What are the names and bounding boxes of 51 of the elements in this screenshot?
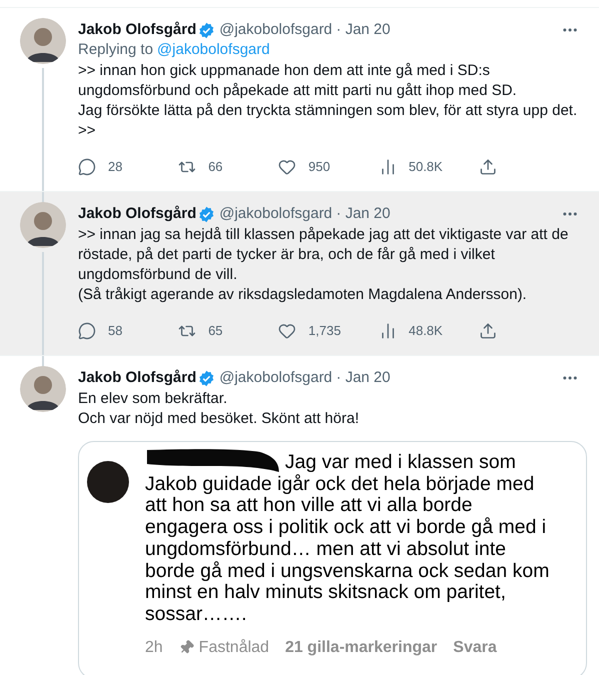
stat-count: 58 (108, 322, 122, 340)
stat-count: 65 (208, 322, 223, 340)
tweet-text: >> innan jag sa hejdå till klassen påpekade jag att det viktigaste var att de röstade, på det parti de tycker är bra, och de får gå med i vilket ungdomsförbund de vill. (78, 225, 570, 285)
comment-text-line: sossar……. (145, 604, 247, 626)
tweet-text: En elev som bekräftar. (78, 389, 228, 409)
stat-count: 48.8K (408, 322, 443, 340)
reply-icon[interactable] (78, 322, 96, 340)
share-icon[interactable] (478, 158, 497, 176)
replying-label: Replying to (78, 40, 154, 60)
comment-text-line: att hon sa att hon ville att vi alla borde (145, 495, 472, 517)
author-name[interactable]: Jakob Olofsgård (78, 204, 196, 224)
share-icon[interactable] (478, 322, 497, 340)
attached-screenshot[interactable] (78, 441, 587, 675)
tweet-date[interactable]: · Jan 20 (336, 20, 390, 40)
author-handle[interactable]: @jakobolofsgard (219, 204, 332, 224)
commenter-avatar (87, 461, 129, 503)
avatar[interactable] (20, 18, 66, 64)
verified-badge-icon (198, 370, 216, 386)
tweet-date[interactable]: · Jan 20 (336, 204, 390, 224)
comment-text-line: engagera oss i politik ock att vi borde gå med i (145, 517, 546, 539)
tweet-text: >> (78, 121, 97, 141)
author-handle[interactable]: @jakobolofsgard (219, 20, 332, 40)
comment-time: 2h (145, 638, 163, 658)
stat-count: 1,735 (308, 322, 341, 340)
like-icon[interactable] (278, 322, 296, 340)
pinned-label: Fastnålad (198, 638, 270, 658)
comment-likes[interactable]: 21 gilla-markeringar (285, 638, 438, 658)
tweet-text: >> innan hon gick uppmanade hon dem att inte gå med i SD:s ungdomsförbund och påpekade att mitt parti nu gått ihop med SD. (78, 61, 518, 101)
comment-text-line: ungdomsförbund… men att vi absolut inte (145, 538, 506, 561)
verified-badge-icon (198, 22, 216, 38)
comment-text-line: minst en halv minuts skitsnack om paritet, (145, 582, 506, 604)
stat-count: 950 (308, 158, 330, 176)
comment-text-line: Jakob guidade igår ock det hela började med (145, 474, 534, 496)
author-handle[interactable]: @jakobolofsgard (219, 368, 332, 388)
stat-count: 50.8K (408, 158, 443, 176)
author-name[interactable]: Jakob Olofsgård (78, 20, 196, 40)
avatar[interactable] (20, 366, 66, 412)
verified-badge-icon (198, 206, 216, 222)
avatar[interactable] (20, 202, 66, 248)
comment-text-line: Jag var med i klassen som (285, 452, 516, 474)
tweet-text: Och var nöjd med besöket. Skönt att höra! (78, 409, 360, 429)
stat-count: 66 (208, 158, 223, 176)
reply-icon[interactable] (78, 158, 96, 176)
tweet-text: (Så tråkigt agerande av riksdagsledamoten Magdalena Andersson). (78, 285, 528, 305)
like-icon[interactable] (278, 158, 296, 176)
stat-count: 28 (108, 158, 122, 176)
author-name[interactable]: Jakob Olofsgård (78, 368, 196, 388)
comment-reply-link[interactable]: Svara (453, 638, 497, 658)
tweet-text: Jag försökte lätta på den tryckta stämningen som blev, för att styra upp det. (78, 101, 578, 121)
comment-text-line: borde gå med i ungsvenskarna ock sedan kom (145, 560, 550, 582)
tweet-date[interactable]: · Jan 20 (336, 368, 390, 388)
